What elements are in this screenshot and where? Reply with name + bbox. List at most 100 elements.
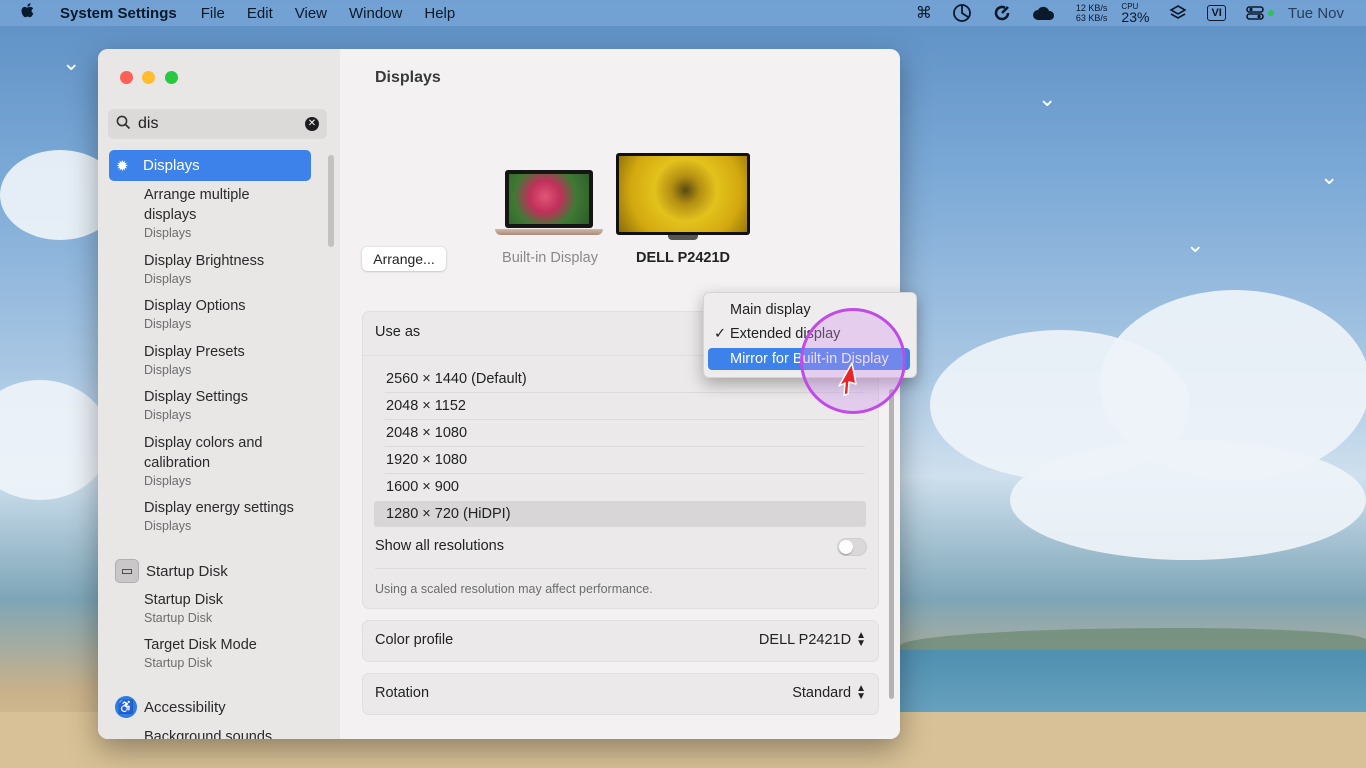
performance-note: Using a scaled resolution may affect per… bbox=[375, 582, 653, 596]
bird-icon: ⌄ bbox=[1038, 86, 1057, 111]
resolution-option[interactable]: 1920 × 1080 bbox=[374, 447, 866, 473]
search-result[interactable]: Background sounds bbox=[144, 727, 272, 739]
menu-app-name[interactable]: System Settings bbox=[60, 5, 177, 22]
rotation-row: Rotation Standard ▲ ▼ bbox=[362, 673, 879, 715]
resolution-option[interactable]: 2048 × 1152 bbox=[374, 393, 866, 419]
cpu-meter[interactable]: CPU 23% bbox=[1121, 3, 1150, 25]
status-dot bbox=[1267, 10, 1274, 16]
menu-help[interactable]: Help bbox=[424, 5, 455, 22]
menu-edit[interactable]: Edit bbox=[247, 5, 273, 22]
command-icon[interactable]: ⌘ bbox=[916, 3, 932, 23]
resolution-option[interactable]: 2048 × 1080 bbox=[374, 420, 866, 446]
laptop-screen bbox=[505, 170, 593, 228]
control-center-icon[interactable] bbox=[1246, 5, 1274, 21]
result-title: Display energy settings bbox=[144, 500, 294, 516]
result-title: calibration bbox=[144, 455, 211, 471]
input-source-indicator[interactable]: VI bbox=[1207, 5, 1226, 21]
resolution-option[interactable]: 1600 × 900 bbox=[374, 474, 866, 500]
search-result[interactable]: Display Options Displays bbox=[144, 296, 246, 332]
mouse-pointer-icon bbox=[836, 362, 860, 401]
updown-chevron-icon: ▲ ▼ bbox=[856, 630, 866, 649]
zoom-window-button[interactable] bbox=[165, 71, 178, 84]
clear-search-icon[interactable]: ✕ bbox=[305, 117, 319, 131]
menu-window[interactable]: Window bbox=[349, 5, 402, 22]
show-all-resolutions-label: Show all resolutions bbox=[375, 538, 504, 554]
apple-icon[interactable] bbox=[20, 2, 40, 25]
dell-display-thumbnail[interactable] bbox=[616, 153, 750, 240]
result-title: Display Presets bbox=[144, 344, 245, 360]
search-icon bbox=[108, 115, 138, 134]
sidebar-item-label: Displays bbox=[143, 157, 200, 174]
search-result[interactable]: Display Settings Displays bbox=[144, 387, 248, 423]
option-label: Main display bbox=[730, 302, 811, 318]
divider bbox=[375, 568, 866, 569]
show-all-resolutions-toggle[interactable] bbox=[837, 538, 867, 556]
main-scrollbar[interactable] bbox=[889, 389, 894, 699]
search-result[interactable]: Display colors and calibration Displays bbox=[144, 433, 262, 489]
rotation-value: Standard bbox=[792, 685, 852, 701]
sun-icon: ✹ bbox=[116, 157, 129, 175]
cloud-icon[interactable] bbox=[1032, 5, 1056, 21]
result-title: Startup Disk bbox=[144, 592, 223, 608]
use-as-label: Use as bbox=[375, 324, 421, 340]
accessibility-icon: ♿ bbox=[115, 696, 137, 718]
close-window-button[interactable] bbox=[120, 71, 133, 84]
result-title: Display Settings bbox=[144, 389, 248, 405]
monitor-stand bbox=[668, 235, 698, 240]
wallpaper-cloud bbox=[1010, 440, 1366, 560]
cpu-value: 23% bbox=[1121, 9, 1150, 25]
network-rate[interactable]: 12 KB/s 63 KB/s bbox=[1076, 3, 1108, 23]
result-title: Display colors and bbox=[144, 435, 263, 451]
layers-icon[interactable] bbox=[1169, 4, 1188, 22]
refresh-icon[interactable] bbox=[992, 3, 1012, 23]
result-title: Target Disk Mode bbox=[144, 637, 257, 653]
category-label: Accessibility bbox=[144, 698, 226, 716]
menu-file[interactable]: File bbox=[201, 5, 225, 22]
sidebar-item-displays[interactable]: ✹ Displays bbox=[109, 150, 311, 181]
search-result[interactable]: Display Brightness Displays bbox=[144, 251, 264, 287]
color-profile-popup[interactable]: DELL P2421D ▲ ▼ bbox=[759, 630, 866, 649]
disk-icon: ▭ bbox=[115, 559, 139, 583]
wallpaper-preview bbox=[509, 174, 589, 224]
sidebar-category-accessibility[interactable]: ♿ Accessibility bbox=[115, 696, 226, 718]
wallpaper-sea bbox=[900, 650, 1366, 720]
result-title: displays bbox=[144, 207, 197, 223]
search-result[interactable]: Startup Disk Startup Disk bbox=[144, 590, 223, 626]
menu-view[interactable]: View bbox=[295, 5, 327, 22]
menubar-clock[interactable]: Tue Nov bbox=[1288, 5, 1344, 22]
search-result[interactable]: Arrange multiple displays Displays bbox=[144, 185, 250, 241]
result-subtitle: Displays bbox=[144, 474, 192, 488]
wheel-icon[interactable] bbox=[952, 3, 972, 23]
built-in-display-thumbnail[interactable] bbox=[495, 169, 603, 239]
search-result[interactable]: Display energy settings Displays bbox=[144, 498, 294, 534]
result-subtitle: Displays bbox=[144, 363, 192, 377]
rotation-popup[interactable]: Standard ▲ ▼ bbox=[792, 683, 866, 702]
bird-icon: ⌄ bbox=[1320, 164, 1339, 189]
sidebar-scrollbar[interactable] bbox=[328, 155, 334, 247]
sidebar-category-startup-disk[interactable]: ▭ Startup Disk bbox=[115, 559, 228, 583]
search-result[interactable]: Target Disk Mode Startup Disk bbox=[144, 635, 257, 671]
net-down: 63 KB/s bbox=[1075, 13, 1108, 23]
checkmark-icon: ✓ bbox=[714, 326, 727, 342]
page-title: Displays bbox=[375, 69, 441, 86]
rotation-label: Rotation bbox=[375, 685, 430, 701]
updown-chevron-icon: ▲ ▼ bbox=[856, 683, 866, 702]
display-name-dell[interactable]: DELL P2421D bbox=[610, 250, 756, 266]
bird-icon: ⌄ bbox=[1186, 232, 1205, 257]
search-input[interactable]: dis bbox=[138, 115, 305, 133]
resolution-option-selected[interactable]: 1280 × 720 (HiDPI) bbox=[374, 501, 866, 527]
wallpaper-preview bbox=[619, 156, 747, 232]
menu-bar: System Settings File Edit View Window He… bbox=[0, 0, 1366, 26]
display-name-built-in[interactable]: Built-in Display bbox=[494, 250, 606, 266]
result-subtitle: Displays bbox=[144, 226, 192, 240]
search-result[interactable]: Display Presets Displays bbox=[144, 342, 245, 378]
laptop-base bbox=[495, 229, 603, 235]
result-subtitle: Startup Disk bbox=[144, 611, 213, 625]
sidebar-search-field[interactable]: dis ✕ bbox=[108, 109, 327, 139]
system-settings-window: dis ✕ ✹ Displays Arrange multiple displa… bbox=[98, 49, 900, 739]
wallpaper-cloud bbox=[0, 380, 110, 500]
result-title: Display Brightness bbox=[144, 253, 265, 269]
arrange-button[interactable]: Arrange... bbox=[362, 247, 446, 271]
minimize-window-button[interactable] bbox=[142, 71, 155, 84]
result-subtitle: Displays bbox=[144, 317, 192, 331]
